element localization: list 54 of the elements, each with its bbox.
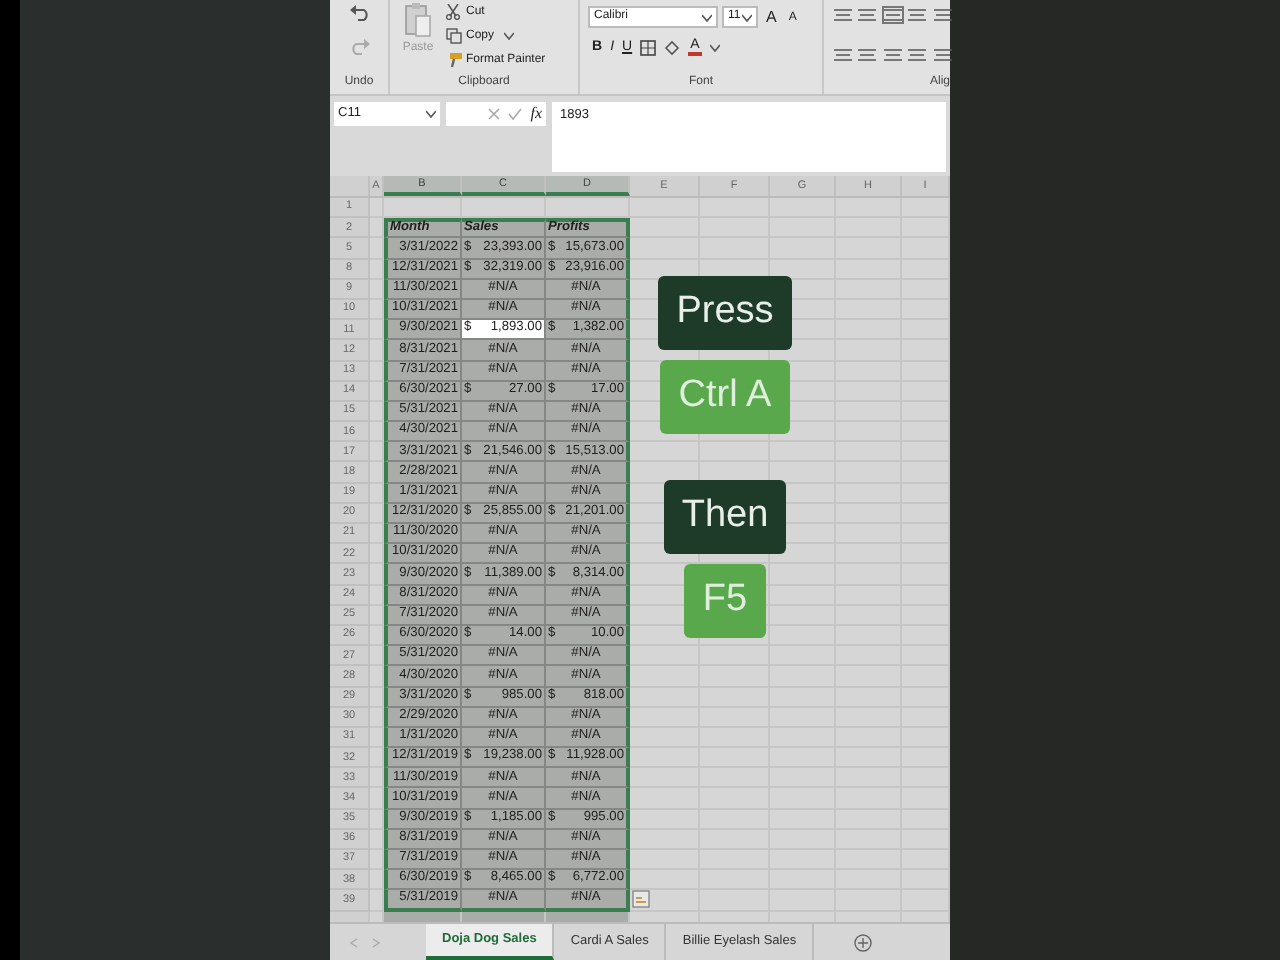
caret-icon[interactable] (702, 13, 712, 21)
caret-icon[interactable] (742, 13, 752, 21)
table-cell[interactable] (630, 890, 700, 912)
table-cell[interactable] (630, 666, 700, 687)
caption-toast: Then (663, 480, 787, 554)
table-cell[interactable] (836, 198, 902, 219)
align-icon[interactable] (834, 48, 852, 62)
brush-icon[interactable] (446, 52, 462, 68)
table-cell[interactable] (770, 198, 836, 219)
caret-icon[interactable] (709, 43, 720, 51)
increase-font-button[interactable]: A (762, 9, 781, 25)
row-header[interactable] (330, 911, 370, 922)
caption-toast: F5 (684, 564, 766, 638)
caption-toast: Ctrl A (660, 360, 790, 434)
table-cell[interactable] (630, 238, 700, 260)
align-icon[interactable] (883, 48, 902, 62)
table-cell[interactable] (630, 850, 700, 871)
table-cell[interactable] (546, 911, 630, 922)
caption-toast: Press (658, 276, 792, 350)
next-sheet-icon[interactable] (372, 937, 380, 947)
insert-function-button[interactable]: fx (530, 106, 542, 122)
table-cell[interactable] (700, 198, 770, 219)
table-cell[interactable] (630, 768, 700, 789)
table-cell[interactable] (630, 748, 700, 769)
quick-analysis-icon[interactable] (632, 890, 650, 909)
redo-icon[interactable] (348, 38, 372, 56)
table-cell[interactable] (630, 442, 700, 463)
table-cell[interactable] (630, 809, 700, 830)
undo-icon[interactable] (348, 4, 372, 22)
check-icon[interactable] (508, 108, 523, 120)
caret-icon[interactable] (426, 110, 436, 118)
table-cell[interactable] (630, 829, 700, 850)
previous-sheet-icon[interactable] (350, 937, 358, 947)
table-cell[interactable] (630, 707, 700, 728)
copy-icon[interactable] (446, 28, 462, 44)
table-cell[interactable] (630, 788, 700, 810)
caret-icon[interactable] (504, 32, 515, 40)
align-icon[interactable] (858, 48, 877, 62)
align-icon[interactable] (858, 8, 877, 22)
table-cell[interactable] (630, 646, 700, 667)
borders-icon[interactable] (640, 39, 657, 55)
table-cell[interactable] (384, 911, 462, 922)
align-icon[interactable] (834, 8, 852, 22)
table-cell[interactable] (630, 218, 700, 239)
clipboard-icon[interactable] (404, 2, 432, 38)
table-cell[interactable] (462, 911, 546, 922)
scissors-icon[interactable] (446, 4, 462, 20)
add-sheet-icon[interactable] (854, 933, 873, 951)
table-cell[interactable] (630, 198, 700, 219)
table-cell[interactable] (630, 687, 700, 708)
align-icon[interactable] (908, 8, 927, 22)
cancel-icon[interactable] (488, 108, 501, 120)
table-cell[interactable] (630, 727, 700, 749)
align-icon[interactable] (883, 8, 902, 22)
